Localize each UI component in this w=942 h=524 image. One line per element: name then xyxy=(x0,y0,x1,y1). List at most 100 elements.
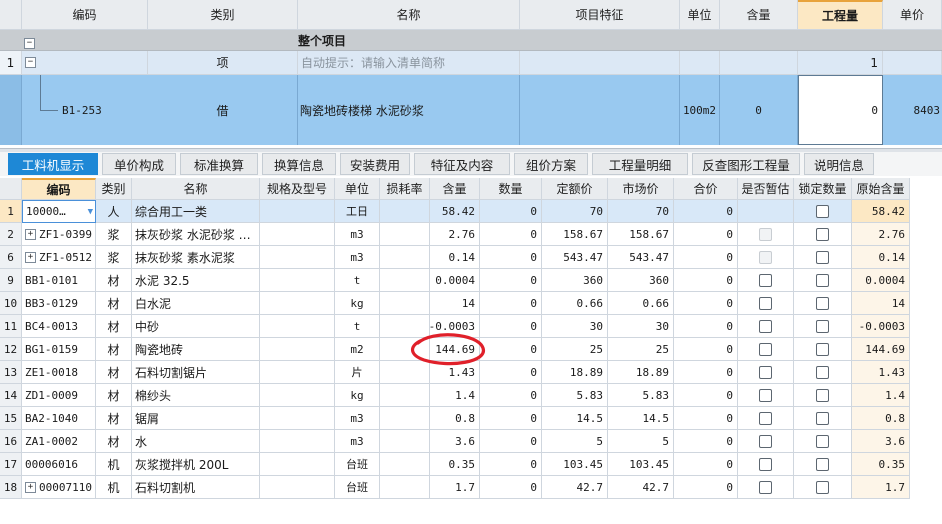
material-content[interactable]: 0.0004 xyxy=(430,269,480,292)
column-header-lock-qty[interactable]: 锁定数量 xyxy=(794,178,852,200)
material-spec[interactable] xyxy=(260,269,335,292)
column-header-unit-price[interactable]: 单价 xyxy=(883,0,942,30)
quota-price[interactable]: 360 xyxy=(542,269,608,292)
loss-rate[interactable] xyxy=(380,407,430,430)
material-type[interactable]: 材 xyxy=(96,315,132,338)
material-content[interactable]: 1.7 xyxy=(430,476,480,499)
row2-code[interactable]: B1-253 xyxy=(62,104,102,117)
material-type[interactable]: 材 xyxy=(96,361,132,384)
material-content[interactable]: 1.4 xyxy=(430,384,480,407)
tab-quantity-detail[interactable]: 工程量明细 xyxy=(592,153,688,175)
loss-rate[interactable] xyxy=(380,430,430,453)
lock-qty-cell[interactable] xyxy=(794,269,852,292)
material-type[interactable]: 机 xyxy=(96,476,132,499)
lock-qty-checkbox[interactable] xyxy=(816,411,829,425)
material-code[interactable]: ZE1-0018 xyxy=(22,361,96,384)
lock-qty-checkbox[interactable] xyxy=(816,434,829,448)
material-type[interactable]: 材 xyxy=(96,407,132,430)
loss-rate[interactable] xyxy=(380,223,430,246)
column-header-loss-rate[interactable]: 损耗率 xyxy=(380,178,430,200)
material-amount[interactable]: 0 xyxy=(480,476,542,499)
dropdown-arrow-icon[interactable]: ▼ xyxy=(88,207,93,217)
market-price[interactable]: 14.5 xyxy=(608,407,674,430)
material-code[interactable]: BB3-0129 xyxy=(22,292,96,315)
market-price[interactable]: 158.67 xyxy=(608,223,674,246)
quota-price[interactable]: 30 xyxy=(542,315,608,338)
material-content[interactable]: 58.42 xyxy=(430,200,480,223)
market-price[interactable]: 543.47 xyxy=(608,246,674,269)
material-unit[interactable]: 台班 xyxy=(335,453,380,476)
quota-price[interactable]: 70 xyxy=(542,200,608,223)
provisional-checkbox[interactable] xyxy=(759,250,772,264)
material-type[interactable]: 材 xyxy=(96,269,132,292)
row1-type[interactable]: 项 xyxy=(148,51,298,75)
provisional-checkbox[interactable] xyxy=(759,227,772,241)
tab-unit-price[interactable]: 单价构成 xyxy=(102,153,176,175)
provisional-checkbox[interactable] xyxy=(759,319,772,333)
total-price[interactable]: 0 xyxy=(674,338,738,361)
tab-materials[interactable]: 工料机显示 xyxy=(8,153,98,175)
provisional-cell[interactable] xyxy=(738,361,794,384)
material-amount[interactable]: 0 xyxy=(480,292,542,315)
material-type[interactable]: 浆 xyxy=(96,223,132,246)
material-name[interactable]: 石料切割机 xyxy=(132,476,260,499)
tab-description[interactable]: 说明信息 xyxy=(804,153,874,175)
market-price[interactable]: 42.7 xyxy=(608,476,674,499)
section-row[interactable] xyxy=(0,30,942,51)
material-unit[interactable]: m3 xyxy=(335,407,380,430)
tab-standard-conversion[interactable]: 标准换算 xyxy=(180,153,258,175)
material-name[interactable]: 锯屑 xyxy=(132,407,260,430)
row1-name-hint[interactable]: 自动提示：请输入清单简称 xyxy=(298,51,520,75)
loss-rate[interactable] xyxy=(380,246,430,269)
provisional-checkbox[interactable] xyxy=(759,273,772,287)
material-unit[interactable]: 工日 xyxy=(335,200,380,223)
column-header-spec[interactable]: 规格及型号 xyxy=(260,178,335,200)
material-type[interactable]: 人 xyxy=(96,200,132,223)
provisional-cell[interactable] xyxy=(738,338,794,361)
provisional-cell[interactable] xyxy=(738,292,794,315)
column-header-quantity[interactable]: 工程量 xyxy=(798,0,883,30)
quota-price[interactable]: 0.66 xyxy=(542,292,608,315)
material-name[interactable]: 石料切割锯片 xyxy=(132,361,260,384)
material-content[interactable]: 0.35 xyxy=(430,453,480,476)
row2-type[interactable]: 借 xyxy=(148,75,298,145)
material-name[interactable]: 灰浆搅拌机 200L xyxy=(132,453,260,476)
row2-features[interactable] xyxy=(520,75,680,145)
tab-reverse-lookup[interactable]: 反查图形工程量 xyxy=(692,153,800,175)
loss-rate[interactable] xyxy=(380,476,430,499)
collapse-icon[interactable]: − xyxy=(25,57,36,68)
material-unit[interactable]: 台班 xyxy=(335,476,380,499)
material-content[interactable]: 1.43 xyxy=(430,361,480,384)
total-price[interactable]: 0 xyxy=(674,407,738,430)
provisional-cell[interactable] xyxy=(738,269,794,292)
material-unit[interactable]: 片 xyxy=(335,361,380,384)
row2-content[interactable]: 0 xyxy=(720,75,798,145)
material-content[interactable]: 0.14 xyxy=(430,246,480,269)
lock-qty-checkbox[interactable] xyxy=(816,365,829,379)
total-price[interactable]: 0 xyxy=(674,430,738,453)
quota-price[interactable]: 14.5 xyxy=(542,407,608,430)
material-content[interactable]: 144.69 xyxy=(430,338,480,361)
market-price[interactable]: 70 xyxy=(608,200,674,223)
material-spec[interactable] xyxy=(260,246,335,269)
quota-price[interactable]: 5 xyxy=(542,430,608,453)
material-type[interactable]: 机 xyxy=(96,453,132,476)
column-header-original-content[interactable]: 原始含量 xyxy=(852,178,910,200)
lock-qty-checkbox[interactable] xyxy=(816,457,829,471)
material-type[interactable]: 材 xyxy=(96,384,132,407)
row2-name[interactable]: 陶瓷地砖楼梯 水泥砂浆 xyxy=(298,75,520,145)
row2-price[interactable]: 8403 xyxy=(883,75,942,145)
total-price[interactable]: 0 xyxy=(674,453,738,476)
loss-rate[interactable] xyxy=(380,315,430,338)
tab-install-cost[interactable]: 安装费用 xyxy=(340,153,410,175)
column-header-code[interactable]: 编码 xyxy=(22,0,148,30)
lock-qty-cell[interactable] xyxy=(794,200,852,223)
tab-conversion-info[interactable]: 换算信息 xyxy=(262,153,336,175)
row1-features[interactable] xyxy=(520,51,680,75)
tab-pricing-plan[interactable]: 组价方案 xyxy=(514,153,588,175)
row1-price[interactable] xyxy=(883,51,942,75)
material-spec[interactable] xyxy=(260,430,335,453)
provisional-checkbox[interactable] xyxy=(759,296,772,310)
quota-price[interactable]: 103.45 xyxy=(542,453,608,476)
material-spec[interactable] xyxy=(260,338,335,361)
